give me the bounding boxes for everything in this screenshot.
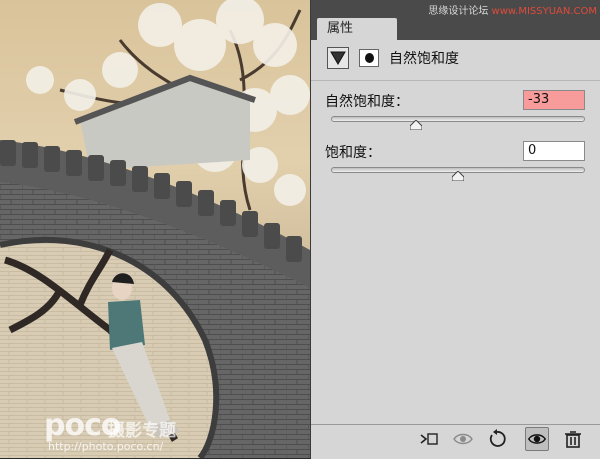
vibrance-slider-thumb[interactable] [410,120,423,130]
trash-icon [565,431,581,448]
saturation-input[interactable]: 0 [523,141,585,161]
tab-properties[interactable]: 属性 [317,18,397,40]
adjustment-title: 自然饱和度 [389,51,459,67]
watermark-url: http://photo.poco.cn/ [48,440,164,453]
site-credit: 思缘设计论坛 www.MISSYUAN.COM [428,6,597,17]
panel-tab-bar: 思缘设计论坛 www.MISSYUAN.COM 属性 [311,0,600,40]
view-previous-state-button[interactable] [451,427,475,451]
divider [311,80,600,81]
vibrance-input[interactable]: -33 [523,90,585,110]
saturation-slider-thumb[interactable] [452,171,464,181]
reset-icon [489,429,506,447]
properties-panel: 思缘设计论坛 www.MISSYUAN.COM 属性 自然饱和度 自然饱和度： … [310,0,600,459]
reset-button[interactable] [485,427,509,451]
clip-to-layer-button[interactable] [417,427,441,451]
photo-canvas: poco 摄影专题 http://photo.poco.cn/ [0,0,310,458]
adjustment-layer-icon[interactable] [327,47,349,69]
visibility-toggle-button[interactable] [525,427,549,451]
watermark-brand: 摄影专题 [108,421,176,441]
delete-button[interactable] [561,427,585,451]
layer-mask-icon[interactable] [359,49,379,67]
vibrance-slider-track[interactable] [331,116,585,122]
clip-to-layer-icon [420,433,438,445]
view-previous-state-icon [453,433,473,445]
visibility-eye-icon [527,434,547,444]
photo-illustration [0,0,310,458]
saturation-label: 饱和度： [325,145,381,161]
vibrance-label: 自然饱和度： [325,94,409,110]
